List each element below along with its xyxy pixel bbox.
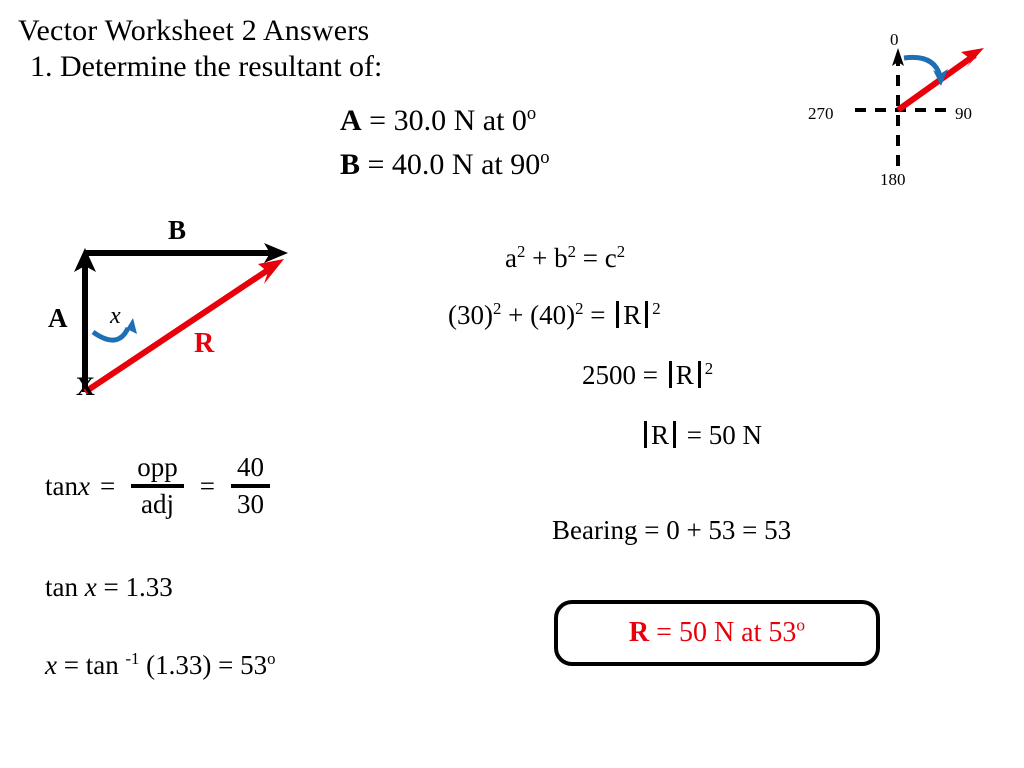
tan-value-rest: = 1.33 (96, 572, 173, 602)
compass-svg (855, 48, 984, 168)
equation-tangent-value: tan x = 1.33 (45, 572, 173, 603)
equation-substitution: (30)2 + (40)2 = R2 (448, 300, 661, 331)
magnitude-abs-bar-right (673, 420, 677, 449)
sub-plus: + (501, 300, 531, 330)
pyth-a: a (505, 243, 517, 273)
given-vector-a-degree-symbol: o (526, 103, 537, 124)
triangle-label-r: R (194, 328, 215, 359)
fraction-40-numerator: 40 (236, 452, 264, 482)
equation-pythagorean: a2 + b2 = c2 (505, 243, 625, 274)
sub-abs-bar-right (645, 300, 649, 329)
atan-variable: x (45, 650, 57, 680)
atan-rest: (1.33) = 53 (139, 650, 268, 680)
compass-label-west: 270 (808, 104, 834, 123)
squared-abs-bar-right (697, 360, 701, 389)
compass-label-north: 0 (890, 30, 899, 49)
sub-a: (30) (448, 300, 493, 330)
magnitude-value: 50 N (708, 420, 762, 450)
sub-b: (40) (530, 300, 576, 330)
pyth-b: b (554, 243, 568, 273)
atan-exponent: -1 (125, 649, 140, 668)
triangle-angle-label-x: x (110, 303, 121, 329)
fraction-adj-denominator: adj (140, 489, 174, 519)
sub-r: R (623, 300, 642, 330)
tan-value-variable: x (84, 572, 97, 602)
given-vector-b-label: B (340, 148, 361, 181)
pyth-b-exponent: 2 (567, 242, 576, 261)
magnitude-r: R (651, 420, 670, 450)
squared-value: 2500 (582, 360, 636, 390)
vector-r-line (83, 267, 270, 395)
tan-value-lead: tan (45, 572, 85, 602)
page-title: Vector Worksheet 2 Answers (18, 14, 370, 47)
squared-r-exponent: 2 (704, 359, 714, 378)
fraction-opp-numerator: opp (137, 452, 178, 482)
fraction-30-denominator: 30 (236, 489, 264, 519)
compass-label-south: 180 (880, 170, 906, 189)
tan-frac-equals-1: = (99, 470, 116, 501)
final-answer-degree-symbol: o (796, 615, 806, 635)
given-vector-a-value: = 30.0 N at 0 (361, 104, 527, 137)
final-answer-box: R = 50 N at 53o (554, 600, 880, 666)
final-answer-text: R = 50 N at 53o (628, 615, 806, 649)
given-vector-b-value: = 40.0 N at 90 (360, 148, 541, 181)
squared-r: R (675, 360, 694, 390)
tan-frac-variable: x (78, 470, 90, 501)
compass-rose-diagram (800, 18, 1024, 208)
given-vector-a-label: A (340, 104, 362, 137)
equation-squared-value: 2500 = R2 (582, 360, 713, 391)
triangle-label-b: B (168, 215, 187, 245)
final-answer-r: R (628, 617, 650, 648)
magnitude-abs-bar-left (644, 420, 647, 449)
squared-equals: = (636, 360, 665, 390)
equation-magnitude-r: R = 50 N (640, 420, 762, 451)
compass-label-east: 90 (955, 104, 972, 123)
question-prompt: 1. Determine the resultant of: (30, 50, 383, 83)
tan-frac-equals-2: = (199, 470, 215, 501)
triangle-origin-marker: X (76, 372, 95, 401)
given-vector-b-degree-symbol: o (540, 147, 550, 168)
fraction-40-30: 40 30 (230, 452, 270, 520)
pyth-plus: + (525, 243, 555, 273)
magnitude-equals: = (680, 420, 709, 450)
equation-tangent-fraction: tan x = opp adj = 40 30 (45, 452, 276, 520)
given-vector-b: B = 40.0 N at 90o (340, 148, 550, 182)
squared-abs-bar-left (668, 360, 672, 389)
compass-angle-arc (903, 54, 943, 77)
atan-mid: = tan (56, 650, 126, 680)
sub-r-exponent: 2 (652, 299, 661, 318)
atan-degree-symbol: o (267, 649, 276, 668)
pyth-equals: = (575, 243, 605, 273)
equation-inverse-tangent: x = tan -1 (1.33) = 53o (45, 650, 276, 681)
sub-equals: = (583, 300, 613, 330)
tan-frac-lead: tan (45, 470, 78, 501)
angle-arrowhead-icon (122, 318, 137, 336)
compass-resultant-arrow-line (896, 52, 977, 113)
triangle-label-a: A (48, 303, 68, 333)
final-answer-rest: = 50 N at 53 (649, 617, 797, 648)
pyth-c-exponent: 2 (616, 242, 626, 261)
sub-abs-bar-left (616, 300, 620, 329)
pyth-c: c (604, 243, 617, 273)
given-vector-a: A = 30.0 N at 0o (340, 104, 536, 138)
fraction-opp-adj: opp adj (131, 452, 184, 520)
equation-bearing: Bearing = 0 + 53 = 53 (552, 515, 792, 545)
